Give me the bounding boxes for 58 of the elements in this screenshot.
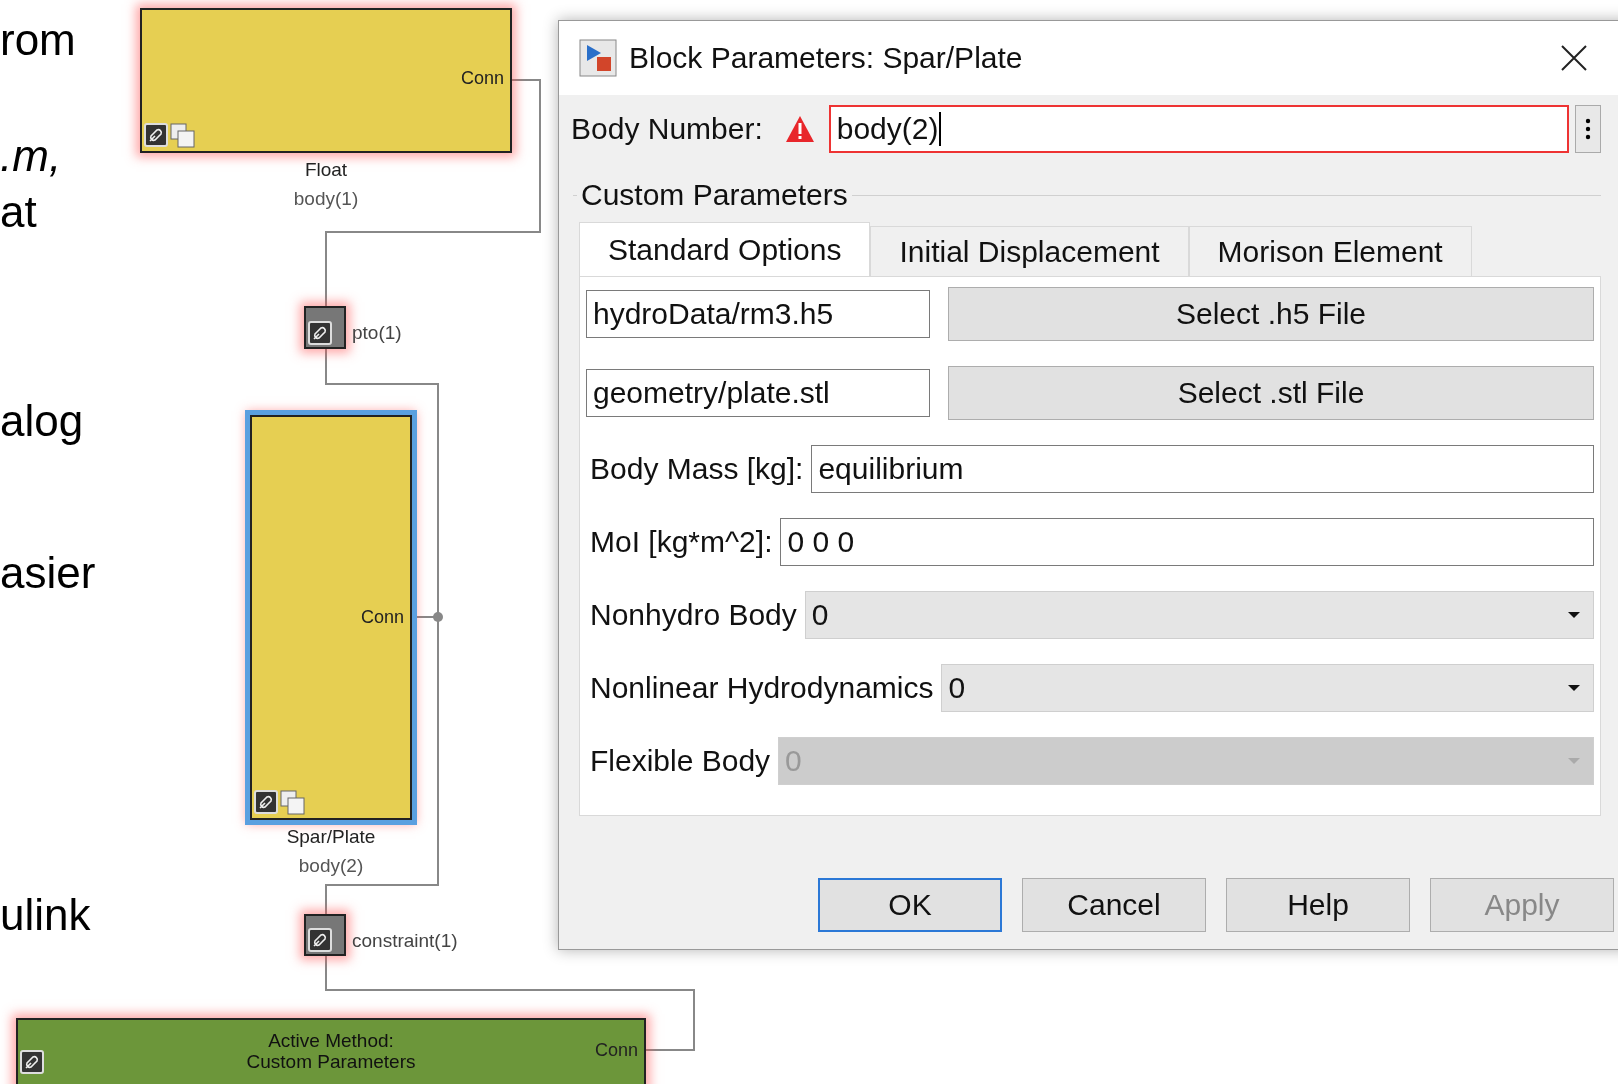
body-number-field[interactable]: body(2) (828, 105, 1569, 153)
tab[interactable]: Standard Options (579, 222, 871, 276)
block-name: Spar/Plate (286, 826, 376, 848)
body-block[interactable]: Conn (140, 8, 512, 153)
method-block[interactable]: Active Method: Custom Parameters Conn (16, 1018, 646, 1084)
copy-icon (280, 790, 306, 816)
input-field[interactable]: equilibrium (811, 445, 1594, 493)
block-label: constraint(1) (352, 930, 458, 952)
junction-dot (433, 612, 443, 622)
tab[interactable]: Morison Element (1188, 226, 1472, 276)
field-label: Nonhydro Body (590, 598, 797, 632)
close-icon (1560, 44, 1588, 72)
port-label: Conn (594, 1040, 638, 1061)
copy-icon (170, 123, 196, 149)
link-icon (20, 1050, 44, 1074)
slide-text: at (0, 190, 37, 234)
caret-icon (1567, 757, 1581, 765)
block-text: Active Method: (268, 1030, 394, 1051)
file-path-field[interactable]: geometry/plate.stl (586, 369, 930, 417)
more-button[interactable] (1574, 105, 1601, 153)
slide-text: rom (0, 18, 76, 62)
link-icon (308, 928, 332, 952)
port-label: Conn (360, 607, 404, 628)
dropdown[interactable]: 0 (941, 664, 1594, 712)
field-label: Body Number: (571, 112, 763, 146)
link-icon (308, 321, 332, 345)
dialog-button[interactable]: Help (1226, 878, 1410, 932)
file-path-field[interactable]: hydroData/rm3.h5 (586, 290, 930, 338)
dropdown[interactable]: 0 (804, 591, 1594, 639)
dialog-button[interactable]: OK (818, 878, 1002, 932)
caret-icon (1567, 611, 1581, 619)
dialog-button[interactable]: Cancel (1022, 878, 1206, 932)
block-name: Float (304, 159, 348, 181)
window-title: Block Parameters: Spar/Plate (629, 41, 1023, 75)
block-label: pto(1) (352, 322, 402, 344)
caret-icon (1567, 684, 1581, 692)
field-label: Body Mass [kg]: (590, 452, 804, 486)
block-label: body(1) (293, 188, 359, 210)
slide-text: alog (0, 399, 84, 443)
slide-text: .m, (0, 134, 62, 178)
field-label: MoI [kg*m^2]: (590, 525, 773, 559)
select-file-button[interactable]: Select .h5 File (948, 287, 1594, 341)
port-label: Conn (460, 68, 504, 89)
block-label: body(2) (298, 855, 364, 877)
field-label: Nonlinear Hydrodynamics (590, 671, 934, 705)
field-label: Flexible Body (590, 744, 771, 778)
tab[interactable]: Initial Displacement (870, 226, 1189, 276)
select-file-button[interactable]: Select .stl File (948, 366, 1594, 420)
more-icon (1584, 118, 1591, 140)
slide-text: ulink (0, 893, 91, 937)
link-icon (254, 790, 278, 814)
pto-block[interactable] (304, 306, 346, 349)
link-icon (144, 123, 168, 147)
slide-text: asier (0, 551, 96, 595)
constraint-block[interactable] (304, 914, 346, 956)
input-field[interactable]: 0 0 0 (780, 518, 1594, 566)
block-icon (579, 39, 617, 77)
block-text: Custom Parameters (246, 1051, 416, 1072)
